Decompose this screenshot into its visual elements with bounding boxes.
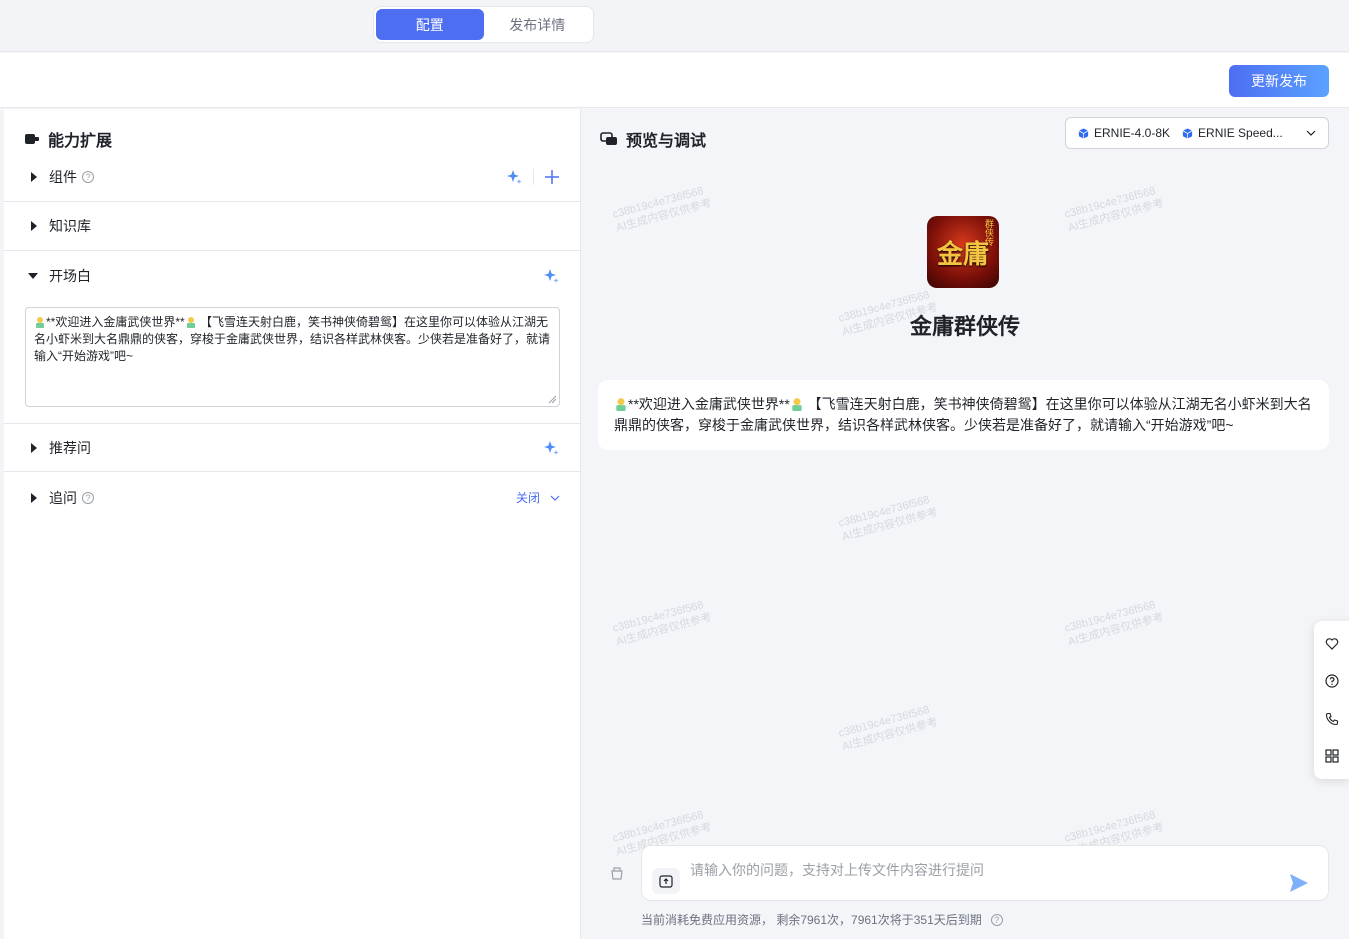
section-suggested[interactable]: 推荐问: [4, 423, 580, 472]
swordsman-emoji-icon: [792, 398, 802, 411]
extension-icon: [25, 134, 39, 144]
chevron-down-icon: [550, 495, 560, 501]
watermark-line: AI生成内容仅供参考: [614, 611, 714, 649]
help-icon[interactable]: ?: [82, 491, 94, 504]
resize-handle-icon[interactable]: [547, 394, 557, 404]
caret-right-icon: [31, 442, 37, 453]
question-icon: [1324, 674, 1339, 688]
help-icon[interactable]: ?: [990, 913, 1003, 926]
watermark: c38b19c4e736f568 AI生成内容仅供参考: [1063, 597, 1165, 650]
section-label: 推荐问: [49, 439, 91, 456]
send-icon[interactable]: [1288, 872, 1310, 894]
followup-toggle[interactable]: 关闭: [516, 489, 560, 506]
chat-input-placeholder: 请输入你的问题，支持对上传文件内容进行提问: [690, 862, 984, 878]
watermark-line: c38b19c4e736f568: [1063, 808, 1157, 845]
divider: [533, 169, 534, 185]
opening-text-before: **欢迎进入金庸武侠世界**: [46, 315, 185, 329]
grid-icon: [1324, 749, 1339, 763]
quota-text: 当前消耗免费应用资源， 剩余7961次，7961次将于351天后到期: [641, 913, 982, 927]
app-logo-badge: 群侠传: [984, 219, 994, 246]
mode-switch: 配置 发布详情: [373, 6, 594, 43]
watermark: c38b19c4e736f568 AI生成内容仅供参考: [1063, 183, 1165, 236]
model-chip: ERNIE Speed...: [1182, 126, 1283, 140]
apps-button[interactable]: [1323, 747, 1341, 765]
followup-state: 关闭: [515, 491, 540, 505]
model-chip: ERNIE-4.0-8K: [1078, 126, 1170, 140]
model-name: ERNIE Speed...: [1198, 126, 1283, 140]
ai-sparkle-icon[interactable]: [542, 439, 560, 457]
chevron-down-icon: [1306, 130, 1316, 136]
watermark-line: AI生成内容仅供参考: [1066, 611, 1166, 649]
watermark-line: c38b19c4e736f568: [837, 703, 931, 740]
contact-button[interactable]: [1323, 710, 1341, 728]
app-name: 金庸群侠传: [909, 314, 1020, 339]
section-label: 组件: [49, 169, 77, 185]
section-label: 开场白: [49, 267, 91, 284]
opening-message: **欢迎进入金庸武侠世界** 【飞雪连天射白鹿，笑书神侠倚碧鸳】在这里你可以体验…: [598, 380, 1329, 450]
preview-title-text: 预览与调试: [626, 133, 707, 150]
config-panel: 能力扩展 组件 ? 知识库 开场白 **欢迎进入金庸武侠世界** 【飞雪连天射白…: [4, 109, 581, 939]
watermark-line: AI生成内容仅供参考: [840, 506, 940, 544]
watermark-line: AI生成内容仅供参考: [840, 716, 940, 754]
upload-icon: [659, 875, 673, 888]
ai-sparkle-icon[interactable]: [505, 168, 523, 186]
watermark: c38b19c4e736f568 AI生成内容仅供参考: [837, 702, 939, 755]
caret-right-icon: [31, 172, 37, 182]
watermark-line: c38b19c4e736f568: [611, 808, 705, 845]
model-name: ERNIE-4.0-8K: [1094, 126, 1171, 140]
watermark-line: c38b19c4e736f568: [837, 493, 931, 530]
watermark-line: c38b19c4e736f568: [1063, 184, 1157, 221]
model-selector[interactable]: ERNIE-4.0-8K ERNIE Speed...: [1065, 117, 1329, 149]
app-logo-glyph: 金庸: [936, 239, 989, 270]
clear-chat-icon[interactable]: [609, 865, 625, 881]
swordsman-emoji-icon: [616, 398, 626, 411]
watermark-line: AI生成内容仅供参考: [614, 197, 714, 235]
action-bar: 更新发布: [0, 53, 1349, 108]
message-text-before: **欢迎进入金庸武侠世界**: [628, 396, 790, 412]
section-followup[interactable]: 追问 ? 关闭: [4, 473, 580, 522]
opening-text-field[interactable]: **欢迎进入金庸武侠世界** 【飞雪连天射白鹿，笑书神侠倚碧鸳】在这里你可以体验…: [25, 307, 560, 407]
chat-input[interactable]: 请输入你的问题，支持对上传文件内容进行提问: [641, 845, 1329, 901]
caret-right-icon: [31, 221, 37, 231]
watermark-line: c38b19c4e736f568: [1063, 598, 1157, 635]
swordsman-emoji-icon: [186, 317, 195, 328]
watermark-line: AI生成内容仅供参考: [1066, 197, 1166, 235]
preview-panel: c38b19c4e736f568 AI生成内容仅供参考 c38b19c4e736f…: [581, 109, 1349, 939]
top-bar: 配置 发布详情: [0, 0, 1349, 52]
help-button[interactable]: [1323, 672, 1341, 690]
section-components[interactable]: 组件 ?: [4, 153, 580, 202]
section-opening[interactable]: 开场白: [4, 251, 580, 300]
phone-icon: [1325, 712, 1338, 725]
watermark-line: c38b19c4e736f568: [611, 598, 705, 635]
watermark: c38b19c4e736f568 AI生成内容仅供参考: [611, 597, 713, 650]
preview-title: 预览与调试: [600, 127, 706, 151]
upload-button[interactable]: [652, 868, 680, 894]
tab-publish-details[interactable]: 发布详情: [484, 9, 592, 40]
help-icon[interactable]: ?: [82, 171, 94, 183]
update-publish-button[interactable]: 更新发布: [1229, 65, 1329, 97]
panel-title-text: 能力扩展: [48, 133, 113, 150]
tab-config[interactable]: 配置: [376, 9, 484, 40]
model-cube-icon: [1078, 127, 1089, 139]
app-logo: 金庸 群侠传: [927, 216, 999, 288]
section-label: 追问: [49, 489, 77, 506]
quota-note: 当前消耗免费应用资源， 剩余7961次，7961次将于351天后到期 ?: [641, 911, 1003, 928]
watermark: c38b19c4e736f568 AI生成内容仅供参考: [837, 492, 939, 545]
panel-title: 能力扩展: [24, 127, 112, 151]
watermark: c38b19c4e736f568 AI生成内容仅供参考: [611, 183, 713, 236]
watermark-line: c38b19c4e736f568: [611, 184, 705, 221]
section-knowledge[interactable]: 知识库: [4, 202, 580, 251]
heart-icon: [1325, 637, 1338, 650]
swordsman-emoji-icon: [36, 317, 44, 328]
favorite-button[interactable]: [1323, 635, 1341, 653]
chat-bubble-icon: [600, 132, 617, 145]
caret-down-icon: [28, 272, 38, 279]
ai-sparkle-icon[interactable]: [542, 267, 560, 285]
add-icon[interactable]: [544, 169, 560, 185]
model-cube-icon: [1182, 127, 1193, 139]
caret-right-icon: [31, 492, 37, 503]
side-toolbar: [1314, 621, 1349, 779]
section-label: 知识库: [49, 218, 91, 234]
